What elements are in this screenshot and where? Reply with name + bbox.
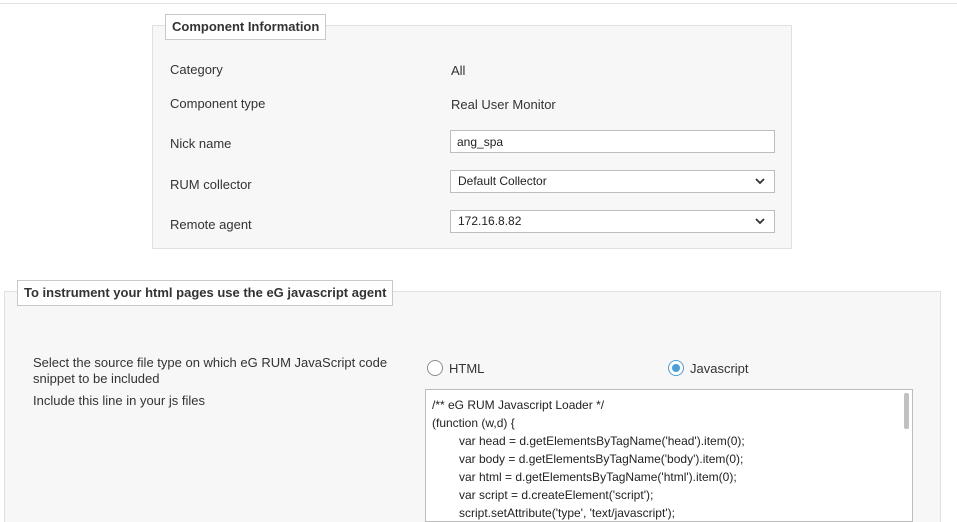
code-line: script.setAttribute('type', 'text/javasc… <box>459 506 675 520</box>
nick-name-label: Nick name <box>170 136 232 151</box>
code-snippet-textarea[interactable]: /** eG RUM Javascript Loader */ (functio… <box>425 389 913 522</box>
rum-collector-selected: Default Collector <box>458 174 547 188</box>
source-type-label: Select the source file type on which eG … <box>33 355 388 386</box>
code-line: var body = d.getElementsByTagName('body'… <box>459 452 744 466</box>
include-line-label: Include this line in your js files <box>33 393 205 408</box>
remote-agent-label: Remote agent <box>170 217 252 232</box>
nick-name-input[interactable] <box>450 130 775 153</box>
category-label: Category <box>170 62 223 77</box>
code-line: /** eG RUM Javascript Loader */ <box>432 398 605 412</box>
radio-javascript-circle[interactable] <box>668 360 684 376</box>
component-type-label: Component type <box>170 96 266 111</box>
radio-html[interactable]: HTML <box>427 360 484 376</box>
code-scrollbar[interactable] <box>904 393 909 429</box>
category-value: All <box>451 63 466 78</box>
rum-collector-label: RUM collector <box>170 177 252 192</box>
remote-agent-select[interactable]: 172.16.8.82 <box>450 210 775 233</box>
chevron-down-icon <box>755 178 765 185</box>
javascript-agent-panel: To instrument your html pages use the eG… <box>4 280 941 522</box>
component-information-legend: Component Information <box>165 14 327 40</box>
code-line: var script = d.createElement('script'); <box>459 488 654 502</box>
remote-agent-selected: 172.16.8.82 <box>458 214 522 228</box>
radio-javascript[interactable]: Javascript <box>668 360 749 376</box>
code-line: var html = d.getElementsByTagName('html'… <box>459 470 737 484</box>
top-divider <box>0 3 957 4</box>
rum-collector-select[interactable]: Default Collector <box>450 170 775 193</box>
javascript-agent-legend: To instrument your html pages use the eG… <box>17 280 394 306</box>
code-line: var head = d.getElementsByTagName('head'… <box>459 434 745 448</box>
chevron-down-icon <box>755 218 765 225</box>
radio-html-circle[interactable] <box>427 360 443 376</box>
radio-html-label: HTML <box>449 360 485 376</box>
radio-javascript-label: Javascript <box>690 360 749 376</box>
code-line: (function (w,d) { <box>432 416 515 430</box>
component-information-panel: Component Information Category All Compo… <box>152 14 792 249</box>
component-type-value: Real User Monitor <box>451 97 556 112</box>
